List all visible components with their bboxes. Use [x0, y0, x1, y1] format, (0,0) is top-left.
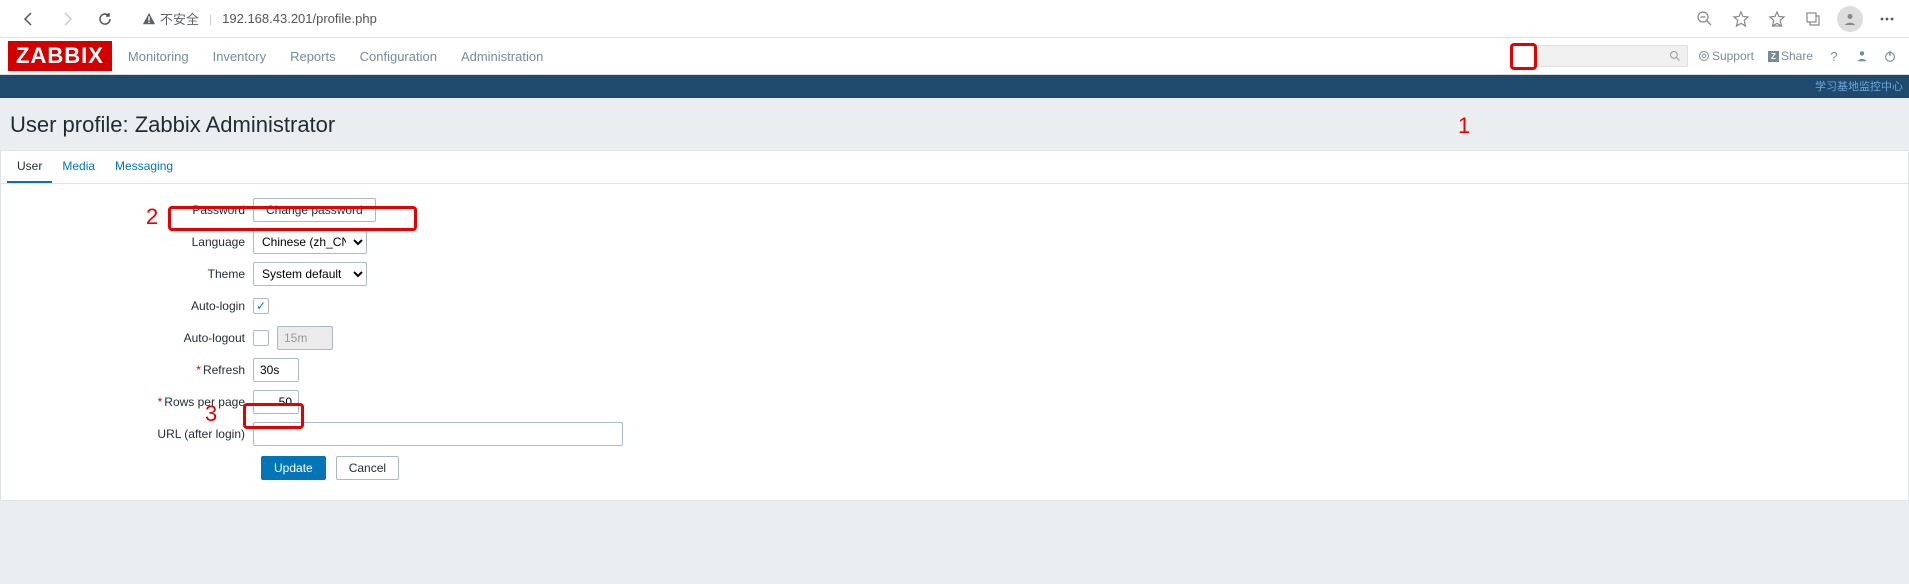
zabbix-topnav: ZABBIX Monitoring Inventory Reports Conf… — [0, 38, 1909, 75]
search-input[interactable] — [1536, 45, 1688, 67]
autologin-checkbox[interactable]: ✓ — [253, 298, 269, 314]
update-button[interactable]: Update — [261, 456, 326, 480]
favorite-icon[interactable] — [1729, 7, 1753, 31]
zoom-icon[interactable] — [1693, 7, 1717, 31]
browser-chrome: 不安全 | 192.168.43.201/profile.php — [0, 0, 1909, 38]
rows-input[interactable] — [253, 390, 299, 414]
rows-label: *Rows per page — [11, 395, 253, 409]
more-icon[interactable] — [1875, 7, 1899, 31]
tab-media[interactable]: Media — [52, 151, 105, 183]
refresh-icon[interactable] — [90, 4, 120, 34]
menu-monitoring[interactable]: Monitoring — [126, 45, 191, 68]
help-icon[interactable]: ? — [1823, 45, 1845, 67]
autologout-input — [277, 326, 333, 350]
autologout-checkbox[interactable] — [253, 330, 269, 346]
cancel-button[interactable]: Cancel — [336, 456, 399, 480]
url-label: URL (after login) — [11, 427, 253, 441]
profile-form: Password Change password Language Chines… — [1, 184, 1908, 500]
forward-icon — [52, 4, 82, 34]
change-password-button[interactable]: Change password — [253, 198, 376, 222]
collections-icon[interactable] — [1801, 7, 1825, 31]
tab-messaging[interactable]: Messaging — [105, 151, 183, 183]
support-link[interactable]: Support — [1698, 49, 1754, 63]
page-title: User profile: Zabbix Administrator — [0, 98, 1909, 150]
favorites-bar-icon[interactable] — [1765, 7, 1789, 31]
refresh-input[interactable] — [253, 358, 299, 382]
menu-administration[interactable]: Administration — [459, 45, 545, 68]
password-label: Password — [11, 203, 253, 217]
theme-select[interactable]: System default — [253, 262, 367, 286]
share-link[interactable]: ZShare — [1768, 49, 1813, 63]
autologout-label: Auto-logout — [11, 331, 253, 345]
sub-bar: 学习基地监控中心 — [0, 75, 1909, 98]
browser-profile-icon[interactable] — [1837, 6, 1863, 32]
profile-panel: User Media Messaging Password Change pas… — [0, 150, 1909, 501]
url-text: 192.168.43.201/profile.php — [222, 11, 377, 26]
tab-header: User Media Messaging — [1, 151, 1908, 184]
tab-user[interactable]: User — [7, 151, 52, 183]
menu-inventory[interactable]: Inventory — [211, 45, 268, 68]
back-icon[interactable] — [14, 4, 44, 34]
insecure-badge: 不安全 — [142, 9, 199, 28]
main-menu: Monitoring Inventory Reports Configurati… — [126, 45, 545, 68]
zabbix-logo[interactable]: ZABBIX — [8, 41, 112, 71]
logout-icon[interactable] — [1879, 45, 1901, 67]
address-bar[interactable]: 不安全 | 192.168.43.201/profile.php — [134, 5, 1693, 33]
language-label: Language — [11, 235, 253, 249]
language-select[interactable]: Chinese (zh_CN) — [253, 230, 367, 254]
refresh-label: *Refresh — [11, 363, 253, 377]
url-input[interactable] — [253, 422, 623, 446]
autologin-label: Auto-login — [11, 299, 253, 313]
menu-configuration[interactable]: Configuration — [358, 45, 439, 68]
subbar-text: 学习基地监控中心 — [1815, 78, 1903, 94]
profile-icon[interactable] — [1851, 45, 1873, 67]
menu-reports[interactable]: Reports — [288, 45, 338, 68]
theme-label: Theme — [11, 267, 253, 281]
